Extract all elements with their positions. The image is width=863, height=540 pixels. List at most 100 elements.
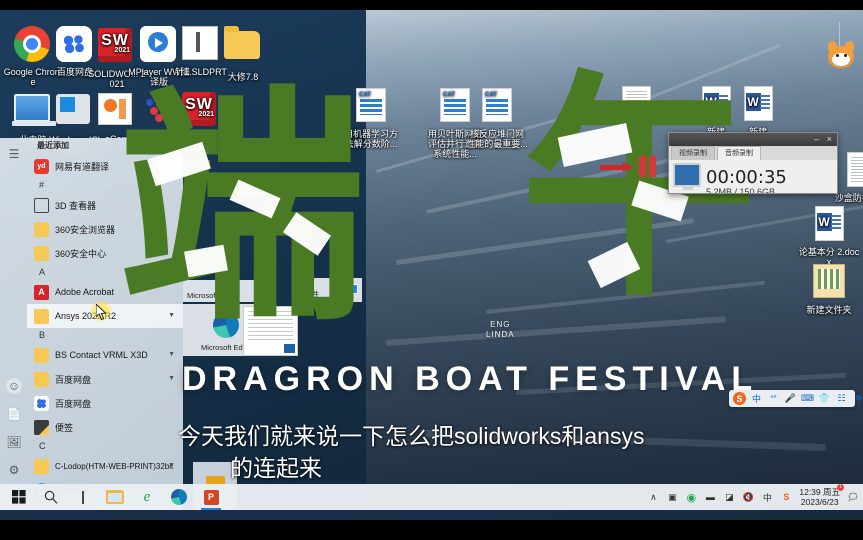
solidworks-icon: SW 2021 xyxy=(98,28,132,62)
subtitle-line-2: 的连起来 xyxy=(230,455,322,481)
360-security-icon[interactable]: ◉ xyxy=(685,491,697,504)
start-item-baidu-netdisk-folder[interactable]: 百度网盘 ▼ xyxy=(27,367,183,391)
sogou-ime-toolbar[interactable]: S 中 “” 🎤 ⌨ 👕 ☷ ✲ xyxy=(729,390,862,407)
windows-c-icon xyxy=(56,94,90,124)
close-button[interactable]: × xyxy=(827,134,832,145)
taskbar-left-icons[interactable]: e P xyxy=(0,484,227,510)
recording-size: 5.2MB / 150.6GB xyxy=(706,187,776,194)
desktop-icon-new-folder[interactable]: 新建文件夹 xyxy=(798,264,860,315)
recorder-tabs[interactable]: 视频录制 音频录制 xyxy=(669,146,837,160)
recording-indicator-bars xyxy=(639,156,656,177)
settings-gear-icon[interactable]: ⚙ xyxy=(6,462,22,478)
subtitle-line-1: 今天我们就来说一下怎么把solidworks和ansys xyxy=(178,423,645,449)
keyboard-icon[interactable]: ⌨ xyxy=(801,392,814,405)
screenshot-root: Google Chrome 百度网盘 SW 2021 SOLIDWO... 202… xyxy=(0,0,863,540)
start-item-baidu-netdisk[interactable]: 百度网盘 xyxy=(27,391,183,415)
desktop-icon-label: 新建文件夹 xyxy=(806,305,852,315)
ocam-recorder-window[interactable]: – × 视频录制 音频录制 全屏录制 00:00:35 5.2MB / 150.… xyxy=(668,132,838,194)
pictures-icon[interactable]: 🖼 xyxy=(6,434,22,450)
minimize-button[interactable]: – xyxy=(814,134,819,145)
edge-icon[interactable] xyxy=(163,484,195,510)
search-icon[interactable] xyxy=(35,484,67,510)
start-menu-rail: ☰ ☺ 📄 🖼 ⚙ ⏻ xyxy=(0,138,27,510)
show-hidden-icons[interactable]: ∧ xyxy=(647,491,659,503)
caj-file-icon xyxy=(482,88,512,122)
chevron-down-icon[interactable]: ▼ xyxy=(168,462,175,469)
settings-icon[interactable]: ✲ xyxy=(852,392,863,405)
start-item-label: Adobe Acrobat xyxy=(55,287,115,297)
ime-indicator[interactable]: 中 xyxy=(761,491,773,503)
clock-time: 12:39 周五 xyxy=(799,487,840,497)
sogou-tray-icon[interactable]: S xyxy=(780,491,792,503)
recorder-title-bar[interactable]: – × xyxy=(669,133,837,146)
screenshot-tool-icon[interactable]: ▣ xyxy=(666,491,678,503)
start-item-sticky-notes[interactable]: 便签 xyxy=(27,415,183,439)
chinese-mode-icon[interactable]: 中 xyxy=(750,392,763,405)
folder-icon xyxy=(34,458,49,474)
toolbox-icon[interactable]: ☷ xyxy=(835,392,848,405)
sogou-logo-icon[interactable]: S xyxy=(733,392,746,405)
action-center-icon[interactable]: 🗯 xyxy=(847,491,859,503)
start-letter-c: C xyxy=(39,441,46,451)
volume-muted-icon[interactable]: 🔇 xyxy=(742,491,754,503)
shiba-inu-pet[interactable] xyxy=(826,22,854,72)
start-item-label: 360安全中心 xyxy=(55,248,107,259)
watermark-line-1: ENG xyxy=(490,320,511,329)
start-item-label: 360安全浏览器 xyxy=(55,224,116,235)
desktop-icon-label: 核反应堆门网性能的最重要... xyxy=(466,129,528,149)
file-explorer-icon[interactable] xyxy=(99,484,131,510)
monitor-icon[interactable] xyxy=(673,163,701,190)
desktop-icon-docx[interactable]: 论基本分 2.docx xyxy=(798,206,860,267)
sticky-notes-icon xyxy=(34,419,49,435)
system-tray[interactable]: ∧ ▣ ◉ ▬ ◪ 🔇 中 S 12:39 周五 2023/6/23 1 🗯 xyxy=(647,484,863,507)
windows-taskbar[interactable]: e P ∧ ▣ ◉ ▬ ◪ 🔇 中 S 12:39 周五 2023/6/23 1… xyxy=(0,484,863,510)
user-account-icon[interactable]: ☺ xyxy=(6,378,22,394)
arrow-head xyxy=(623,162,634,172)
tab-video-recording[interactable]: 视频录制 xyxy=(671,146,715,160)
chevron-down-icon[interactable]: ▼ xyxy=(168,375,175,382)
book-folder-icon xyxy=(813,264,845,298)
punctuation-icon[interactable]: “” xyxy=(767,392,780,405)
watermark-line-2: LINDA xyxy=(486,330,515,339)
word-doc-icon xyxy=(814,206,844,241)
wifi-icon[interactable]: ◪ xyxy=(723,491,735,503)
watermark-eng-linda: ENG LINDA xyxy=(486,320,515,340)
voice-input-icon[interactable]: 🎤 xyxy=(784,392,797,405)
battery-icon[interactable]: ▬ xyxy=(704,491,716,503)
mouse-cursor xyxy=(95,302,107,321)
video-player-frame: Google Chrome 百度网盘 SW 2021 SOLIDWO... 202… xyxy=(0,10,863,520)
documents-icon[interactable]: 📄 xyxy=(6,406,22,422)
recorder-body: 全屏录制 00:00:35 5.2MB / 150.6GB xyxy=(669,160,837,194)
folder-icon xyxy=(34,347,49,363)
document-icon xyxy=(846,152,863,187)
start-item-clodop[interactable]: C-Lodop(HTM-WEB-PRINT)32bit ▼ xyxy=(27,454,183,478)
pet-eye-right xyxy=(844,54,847,57)
arrow-shaft xyxy=(600,165,624,170)
powerpoint-icon[interactable]: P xyxy=(195,484,227,510)
skin-icon[interactable]: 👕 xyxy=(818,392,831,405)
start-button[interactable] xyxy=(3,484,35,510)
start-item-label: 网易有道翻译 xyxy=(55,161,110,172)
hamburger-icon[interactable]: ☰ xyxy=(6,146,22,162)
start-item-label: 便签 xyxy=(55,422,74,433)
start-item-label: 百度网盘 xyxy=(55,374,92,385)
folder-icon xyxy=(224,26,260,59)
pet-string xyxy=(839,22,840,48)
recorder-mode-label: 全屏录制 xyxy=(673,192,701,193)
tab-audio-recording[interactable]: 音频录制 xyxy=(717,146,761,160)
baidu-netdisk-icon xyxy=(34,395,49,411)
taskbar-clock[interactable]: 12:39 周五 2023/6/23 1 xyxy=(799,484,844,507)
folder-icon xyxy=(34,308,49,324)
start-item-label: 3D 查看器 xyxy=(55,200,97,211)
internet-explorer-icon[interactable]: e xyxy=(131,484,163,510)
pet-eye-left xyxy=(836,54,839,57)
youdao-icon: yd xyxy=(34,158,49,174)
start-item-label: C-Lodop(HTM-WEB-PRINT)32bit xyxy=(55,461,174,471)
3d-viewer-icon xyxy=(34,197,49,213)
folder-icon xyxy=(34,245,49,261)
acrobat-icon: A xyxy=(34,284,49,300)
clock-date: 2023/6/23 xyxy=(800,497,839,507)
task-view-icon[interactable] xyxy=(67,484,99,510)
desktop-icon-caj-3[interactable]: 核反应堆门网性能的最重要... xyxy=(466,88,528,149)
desktop-icon-label: 沙盒防护创... xyxy=(834,193,863,203)
